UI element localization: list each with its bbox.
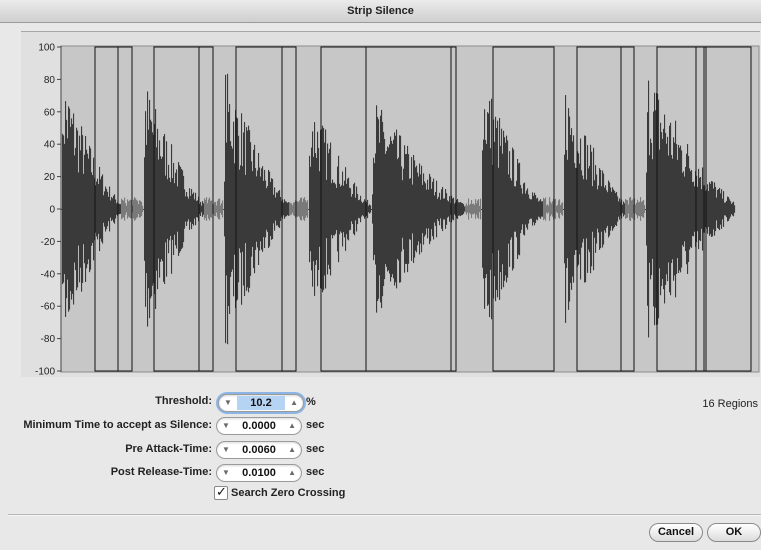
- threshold-row: Threshold:: [0, 393, 212, 411]
- threshold-value[interactable]: 10.2: [237, 396, 285, 410]
- window-title: Strip Silence: [0, 0, 761, 23]
- y-tick-label: 100: [38, 43, 55, 54]
- y-tick-label: -80: [41, 334, 56, 345]
- threshold-label: Threshold:: [155, 395, 212, 407]
- pre-attack-row: Pre Attack-Time:: [0, 441, 212, 459]
- decrement-arrow-icon[interactable]: ▼: [224, 396, 232, 410]
- cancel-button[interactable]: Cancel: [649, 523, 703, 542]
- threshold-stepper[interactable]: ▼ 10.2 ▲: [218, 394, 304, 412]
- post-release-stepper[interactable]: ▼ 0.0100 ▲: [216, 464, 302, 482]
- ok-button[interactable]: OK: [707, 523, 761, 542]
- y-tick-label: 60: [44, 107, 56, 118]
- post-release-value[interactable]: 0.0100: [235, 466, 283, 480]
- waveform-graph[interactable]: 100 80 60 40 20 0 -20 -40 -60 -80 -100: [21, 32, 760, 377]
- zero-crossing-label[interactable]: Search Zero Crossing: [231, 487, 345, 499]
- y-tick-label: -100: [35, 367, 55, 378]
- increment-arrow-icon[interactable]: ▲: [290, 396, 298, 410]
- increment-arrow-icon[interactable]: ▲: [288, 419, 296, 433]
- pre-attack-stepper[interactable]: ▼ 0.0060 ▲: [216, 441, 302, 459]
- waveform-display[interactable]: 100 80 60 40 20 0 -20 -40 -60 -80 -100: [21, 31, 760, 377]
- pre-attack-value[interactable]: 0.0060: [235, 443, 283, 457]
- y-tick-label: 0: [49, 205, 55, 216]
- y-tick-label: 40: [44, 140, 56, 151]
- threshold-unit: %: [306, 396, 316, 408]
- y-tick-label: 20: [44, 172, 56, 183]
- increment-arrow-icon[interactable]: ▲: [288, 443, 296, 457]
- region-count: 16 Regions: [702, 398, 758, 410]
- y-tick-label: 80: [44, 75, 56, 86]
- checkmark-icon: ✓: [216, 484, 227, 499]
- decrement-arrow-icon[interactable]: ▼: [222, 419, 230, 433]
- min-time-value[interactable]: 0.0000: [235, 419, 283, 433]
- y-tick-label: -20: [41, 237, 56, 248]
- zero-crossing-checkbox[interactable]: ✓: [214, 484, 228, 500]
- post-release-unit: sec: [306, 466, 325, 478]
- pre-attack-unit: sec: [306, 443, 325, 455]
- min-time-row: Minimum Time to accept as Silence:: [0, 417, 212, 435]
- decrement-arrow-icon[interactable]: ▼: [222, 466, 230, 480]
- post-release-row: Post Release-Time:: [0, 464, 212, 482]
- min-time-label: Minimum Time to accept as Silence:: [23, 419, 212, 431]
- min-time-unit: sec: [306, 419, 325, 431]
- pre-attack-label: Pre Attack-Time:: [125, 443, 212, 455]
- min-time-stepper[interactable]: ▼ 0.0000 ▲: [216, 417, 302, 435]
- post-release-label: Post Release-Time:: [110, 466, 212, 478]
- separator: [8, 514, 761, 516]
- y-tick-label: -60: [41, 302, 56, 313]
- increment-arrow-icon[interactable]: ▲: [288, 466, 296, 480]
- decrement-arrow-icon[interactable]: ▼: [222, 443, 230, 457]
- y-tick-label: -40: [41, 269, 56, 280]
